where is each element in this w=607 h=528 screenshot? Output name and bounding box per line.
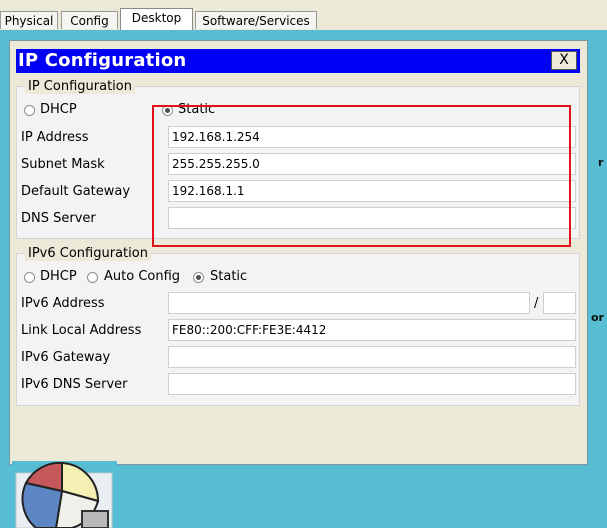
edge-text-2: or [591, 311, 604, 324]
ipv6-dhcp-radio[interactable] [24, 272, 35, 283]
tab-config[interactable]: Config [61, 11, 118, 29]
ipv6-address-input[interactable] [168, 292, 530, 314]
prefix-separator: / [534, 296, 539, 311]
ip-address-input[interactable]: 192.168.1.254 [168, 126, 576, 148]
ipv6-gateway-input[interactable] [168, 346, 576, 368]
ipv4-static-label: Static [178, 102, 216, 117]
ipv6-static-radio[interactable] [193, 272, 204, 283]
dns-server-input[interactable] [168, 207, 576, 229]
pie-chart-icon [12, 461, 117, 528]
subnet-mask-label: Subnet Mask [21, 157, 105, 172]
ipv6-group-title: IPv6 Configuration [25, 246, 151, 261]
ipv4-dhcp-label: DHCP [40, 102, 77, 117]
ipv6-gateway-label: IPv6 Gateway [21, 350, 111, 365]
ipv6-static-label: Static [210, 269, 248, 284]
ipv4-static-radio[interactable] [162, 105, 173, 116]
ip-address-label: IP Address [21, 130, 89, 145]
ipv4-dhcp-radio[interactable] [24, 105, 35, 116]
ip-configuration-dialog: IP Configuration X IP Configuration DHCP… [9, 40, 588, 465]
dialog-title: IP Configuration [18, 50, 187, 71]
ipv6-dns-server-label: IPv6 DNS Server [21, 377, 128, 392]
ipv4-group-title: IP Configuration [25, 79, 135, 94]
ipv6-dhcp-label: DHCP [40, 269, 77, 284]
subnet-mask-input[interactable]: 255.255.255.0 [168, 153, 576, 175]
edge-text-1: r [598, 156, 604, 169]
ipv6-dns-server-input[interactable] [168, 373, 576, 395]
tab-software-services[interactable]: Software/Services [195, 11, 317, 29]
dns-server-label: DNS Server [21, 211, 96, 226]
tab-physical[interactable]: Physical [0, 11, 58, 29]
dialog-titlebar: IP Configuration X [16, 49, 580, 73]
link-local-address-label: Link Local Address [21, 323, 142, 338]
ipv6-address-label: IPv6 Address [21, 296, 105, 311]
right-edge-panel: r or [591, 30, 607, 528]
ipv6-auto-config-radio[interactable] [87, 272, 98, 283]
ipv6-config-group: IPv6 Configuration DHCP Auto Config Stat… [16, 246, 580, 406]
window-top-strip: Physical Config Desktop Software/Service… [0, 0, 607, 30]
ipv4-config-group: IP Configuration DHCP Static IP Address … [16, 79, 580, 239]
ipv6-prefix-input[interactable] [543, 292, 576, 314]
link-local-address-input[interactable]: FE80::200:CFF:FE3E:4412 [168, 319, 576, 341]
default-gateway-input[interactable]: 192.168.1.1 [168, 180, 576, 202]
ipv6-auto-config-label: Auto Config [104, 269, 181, 284]
close-button[interactable]: X [551, 51, 577, 70]
default-gateway-label: Default Gateway [21, 184, 131, 199]
tab-desktop[interactable]: Desktop [120, 8, 193, 30]
